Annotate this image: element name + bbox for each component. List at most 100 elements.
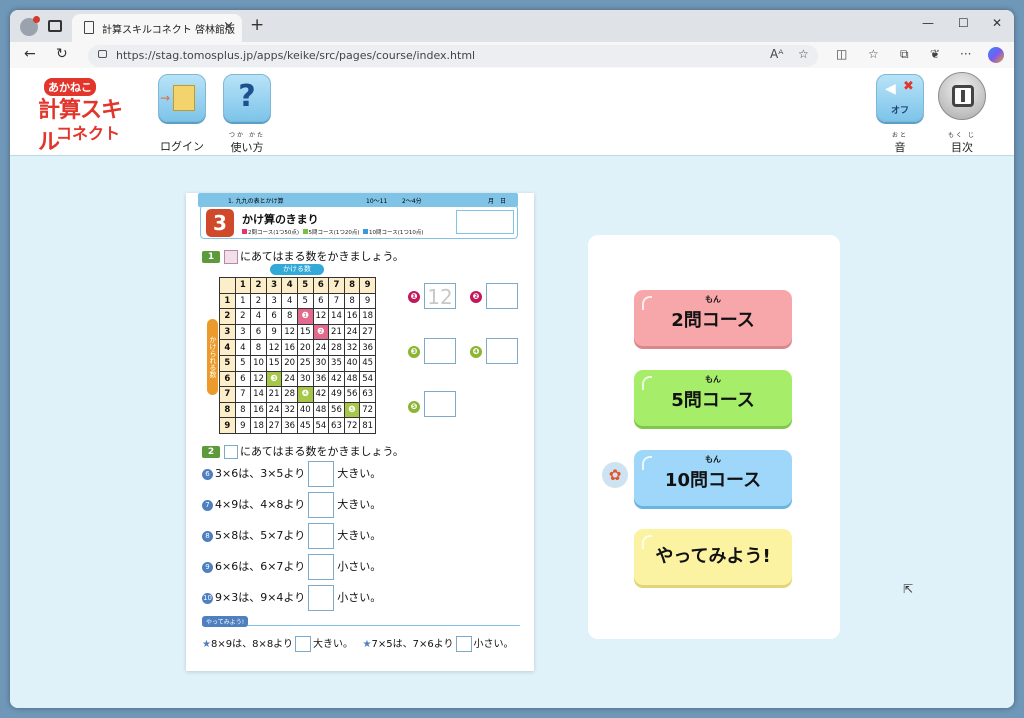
row-header: 1: [219, 292, 236, 310]
table-cell: 5: [234, 354, 252, 372]
question2-heading: 2 にあてはまる数をかきましょう。: [202, 443, 404, 459]
table-cell: 21: [265, 386, 283, 403]
page-content: あかねこ 計算スキル コネクト ログイン ? つか かた 使い方 ◀ ✖ オフ: [10, 68, 1014, 708]
flower-icon: ✿: [602, 462, 628, 488]
blank-box: [224, 250, 238, 264]
mute-icon: ✖: [903, 79, 914, 94]
app-logo: あかねこ 計算スキル コネクト: [38, 78, 138, 155]
row-number: 8: [202, 530, 213, 542]
try-it-button[interactable]: やってみよう!: [634, 529, 792, 585]
table-row: 1123456789: [219, 292, 376, 310]
door-icon: [160, 85, 195, 111]
back-button[interactable]: ←: [24, 46, 36, 62]
row-text: 5×8は、5×7より: [215, 529, 306, 542]
collections-icon[interactable]: ⧉: [900, 47, 909, 62]
table-cell: 54: [359, 370, 376, 388]
table-row: 5 5 10 15 20 25 30 35 40 45: [219, 354, 376, 372]
course-2-button[interactable]: もん 2問コース: [634, 290, 792, 346]
table-cell: 8: [281, 308, 298, 325]
sound-label: 音: [894, 141, 906, 154]
column-header: 3: [265, 277, 283, 294]
table-cell: 30: [312, 354, 330, 372]
table-cell: 20: [281, 354, 298, 372]
bonus-questions: ★8×9は、8×8より 大きい。 ★7×5は、7×6より 小さい。: [202, 635, 514, 652]
speaker-icon: ◀: [885, 81, 896, 97]
more-menu-icon[interactable]: ···: [960, 47, 971, 61]
table-cell: 12: [312, 308, 330, 325]
extensions-icon[interactable]: ❦: [930, 47, 940, 61]
table-cell: 24: [265, 401, 283, 419]
minimize-button[interactable]: —: [922, 16, 934, 30]
maximize-button[interactable]: ☐: [958, 16, 969, 30]
table-cell: 4: [234, 339, 252, 356]
answer-number: ❹: [470, 346, 482, 358]
answer-number: ❶: [408, 291, 420, 303]
toc-ruby: もく じ: [948, 132, 976, 139]
question-text: にあてはまる数をかきましょう。: [240, 250, 404, 263]
tab-close-icon[interactable]: ×: [223, 19, 234, 34]
row-header: 9: [219, 417, 236, 434]
table-cell: 4: [281, 292, 298, 310]
table-cell: 48: [312, 401, 330, 419]
table-cell: 18: [359, 308, 376, 325]
course-5-button[interactable]: もん 5問コース: [634, 370, 792, 426]
row-text: 6×6は、6×7より: [215, 560, 306, 573]
answer-number: ❺: [408, 401, 420, 413]
profile-icon[interactable]: [20, 16, 40, 36]
table-cell: 15: [296, 323, 314, 341]
url-field[interactable]: https://stag.tomosplus.jp/apps/keike/src…: [88, 45, 818, 67]
close-window-button[interactable]: ✕: [992, 16, 1002, 30]
new-tab-button[interactable]: +: [250, 15, 264, 35]
question-text: にあてはまる数をかきましょう。: [240, 445, 404, 458]
answer-box: [455, 636, 472, 652]
answer-box: 12: [424, 283, 456, 309]
table-cell: 12: [281, 323, 298, 341]
lesson-number: 3: [206, 209, 234, 237]
course-10-button[interactable]: もん 10問コース: [634, 450, 792, 506]
favorites-icon[interactable]: ☆: [868, 47, 879, 61]
table-cell: 54: [312, 417, 330, 434]
table-cell: 40: [343, 354, 361, 372]
table-cell: 20: [296, 339, 314, 356]
toc-label: 目次: [951, 141, 973, 154]
table-cell: 3: [234, 323, 252, 341]
table-cell: 9: [234, 417, 252, 434]
answer-number: ❷: [470, 291, 482, 303]
table-row: 6 6 12 ❸ 24 30 36 42 48 54: [219, 370, 376, 388]
table-cell: ❶: [296, 308, 314, 325]
answer-box: [308, 492, 335, 518]
answer-box: [486, 338, 518, 364]
column-header: 7: [328, 277, 345, 294]
answer-box: [308, 523, 335, 549]
answer-number: ❸: [408, 346, 420, 358]
split-screen-icon[interactable]: ◫: [836, 47, 847, 61]
browser-tab[interactable]: 計算スキルコネクト 啓林館版 ×: [72, 14, 242, 42]
question-number: 1: [202, 251, 220, 263]
question-number: 2: [202, 446, 220, 458]
copilot-icon[interactable]: [988, 47, 1004, 63]
table-of-contents-button[interactable]: [938, 72, 986, 120]
divider: [202, 625, 520, 626]
table-cell: 12: [250, 370, 267, 388]
column-header: 2: [250, 277, 267, 294]
login-button[interactable]: [158, 74, 206, 122]
table-cell: 81: [359, 417, 376, 434]
help-button[interactable]: ?: [223, 74, 271, 122]
table-cell: 30: [296, 370, 314, 388]
table-cell: 56: [328, 401, 345, 419]
read-aloud-icon[interactable]: Aᴬ: [770, 47, 783, 61]
question2-row: 8 5×8は、5×7より 大きい。: [202, 523, 381, 549]
sound-toggle-button[interactable]: ◀ ✖ オフ: [876, 74, 924, 122]
table-cell: 6: [265, 308, 283, 325]
tab-actions-icon[interactable]: [48, 20, 62, 32]
row-number: 7: [202, 499, 213, 511]
table-cell: 7: [328, 292, 345, 310]
ruby: もん: [705, 455, 721, 464]
favorite-star-icon[interactable]: ☆: [798, 47, 809, 61]
reload-button[interactable]: ↻: [56, 46, 68, 62]
table-cell: 35: [328, 354, 345, 372]
table-cell: ❹: [296, 386, 314, 403]
table-cell: 63: [359, 386, 376, 403]
column-header: 4: [281, 277, 298, 294]
try-it-tag: やってみよう!: [202, 616, 249, 627]
